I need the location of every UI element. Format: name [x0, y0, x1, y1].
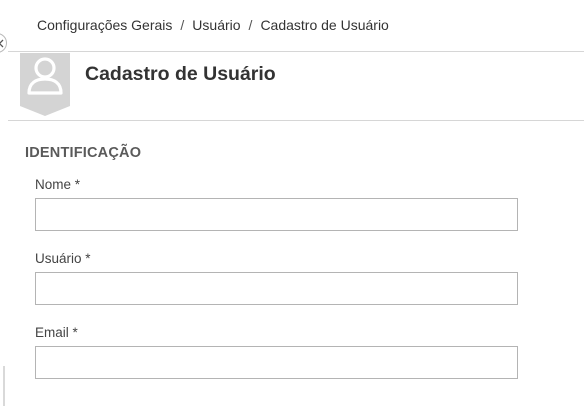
usuario-input[interactable]: [35, 272, 518, 305]
breadcrumb-separator: /: [180, 17, 185, 33]
nome-input[interactable]: [35, 198, 518, 231]
breadcrumb-separator: /: [248, 17, 253, 33]
nome-label: Nome *: [35, 177, 81, 192]
header-top-divider: [8, 51, 584, 52]
section-title-identificacao: IDENTIFICAÇÃO: [25, 145, 142, 161]
sidebar-strip: [0, 0, 7, 408]
breadcrumb: Configurações Gerais / Usuário / Cadastr…: [37, 17, 389, 33]
user-silhouette-icon: [20, 53, 70, 116]
avatar: [20, 53, 70, 116]
breadcrumb-item-configuracoes[interactable]: Configurações Gerais: [37, 17, 172, 33]
sidebar-collapse-button[interactable]: [0, 33, 7, 53]
usuario-label: Usuário *: [35, 251, 91, 266]
page-title: Cadastro de Usuário: [85, 63, 276, 85]
breadcrumb-item-usuario[interactable]: Usuário: [192, 17, 240, 33]
chevron-left-icon: [0, 39, 4, 47]
email-input[interactable]: [35, 346, 518, 379]
scrollbar-thumb[interactable]: [3, 366, 5, 406]
email-label: Email *: [35, 325, 78, 340]
header-bottom-divider: [8, 120, 584, 121]
page: Configurações Gerais / Usuário / Cadastr…: [0, 0, 584, 408]
breadcrumb-item-cadastro: Cadastro de Usuário: [260, 17, 389, 33]
